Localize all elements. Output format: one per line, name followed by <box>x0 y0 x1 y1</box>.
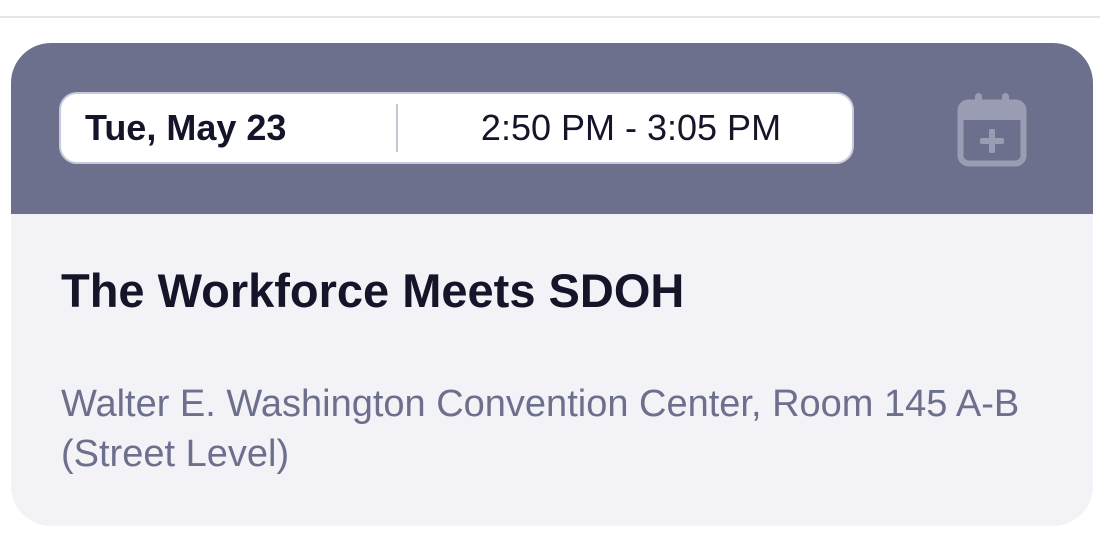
session-location: Walter E. Washington Convention Center, … <box>61 383 1020 475</box>
session-title: The Workforce Meets SDOH <box>61 264 685 317</box>
session-date: Tue, May 23 <box>85 107 287 148</box>
top-divider <box>0 16 1100 18</box>
session-card[interactable]: Tue, May 23 2:50 PM - 3:05 PM The Workfo… <box>11 43 1093 526</box>
datetime-pill: Tue, May 23 2:50 PM - 3:05 PM <box>59 92 854 164</box>
session-time: 2:50 PM - 3:05 PM <box>480 107 782 148</box>
add-to-calendar-button[interactable] <box>957 91 1027 167</box>
calendar-plus-icon <box>957 93 1027 167</box>
session-card-header: Tue, May 23 2:50 PM - 3:05 PM <box>11 43 1093 214</box>
